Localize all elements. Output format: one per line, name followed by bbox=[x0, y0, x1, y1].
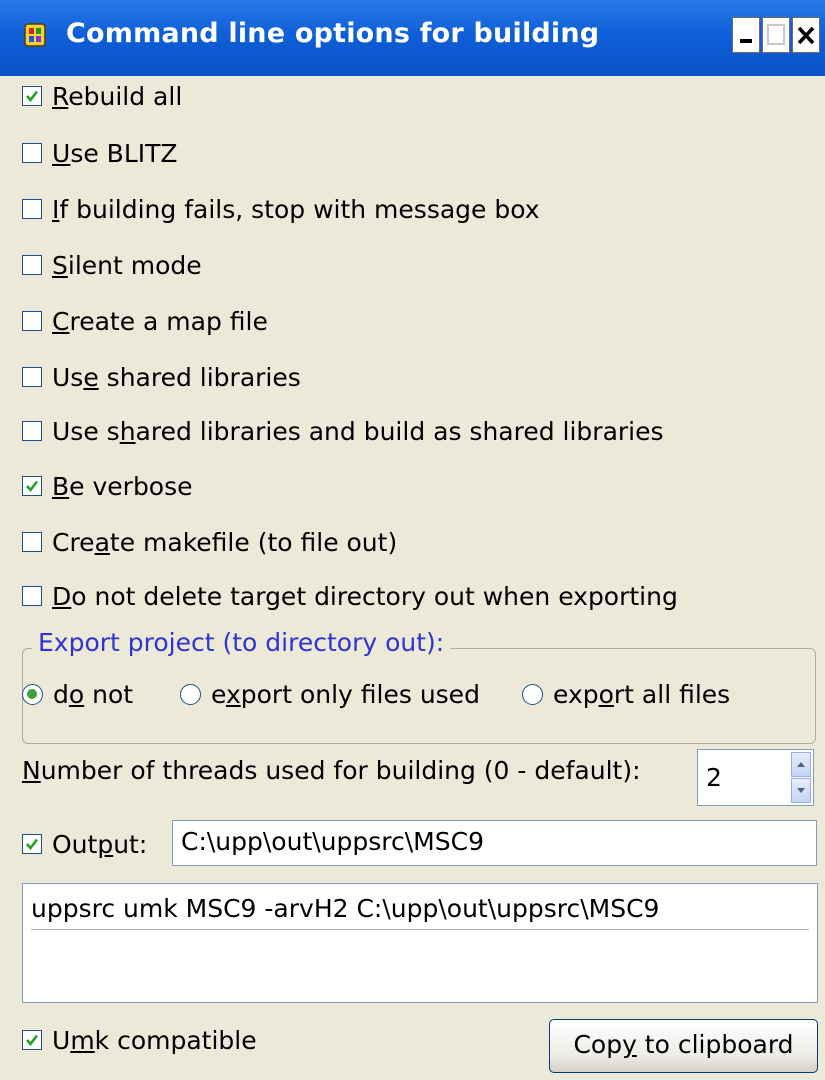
shared-build-label: Use shared libraries and build as shared… bbox=[52, 416, 664, 446]
export-do-not-radio[interactable] bbox=[22, 683, 43, 705]
output-path-field[interactable]: C:\upp\out\uppsrc\MSC9 bbox=[172, 820, 817, 866]
export-all-label: export all files bbox=[553, 679, 731, 709]
maximize-icon bbox=[767, 24, 785, 45]
rebuild-all-option[interactable]: Rebuild all bbox=[22, 76, 182, 116]
shared-libraries-option[interactable]: Use shared libraries bbox=[22, 357, 301, 397]
check-icon bbox=[26, 1034, 39, 1047]
spin-up-icon bbox=[797, 762, 805, 767]
copy-to-clipboard-button[interactable]: Copy to clipboard bbox=[549, 1019, 818, 1073]
check-icon bbox=[26, 838, 39, 851]
map-file-label: Create a map file bbox=[52, 306, 268, 336]
umk-compatible-checkbox[interactable] bbox=[22, 1030, 42, 1050]
command-line-box[interactable]: uppsrc umk MSC9 -arvH2 C:\upp\out\uppsrc… bbox=[22, 883, 818, 1003]
shared-libraries-label: Use shared libraries bbox=[52, 362, 301, 392]
check-icon bbox=[26, 480, 39, 493]
maximize-button[interactable] bbox=[762, 17, 790, 53]
threads-spinner[interactable]: 2 bbox=[697, 749, 814, 806]
shared-build-checkbox[interactable] bbox=[22, 421, 42, 441]
output-label: Output: bbox=[52, 829, 148, 859]
close-icon bbox=[797, 26, 815, 45]
export-used-label: export only files used bbox=[211, 679, 480, 709]
rebuild-all-label: Rebuild all bbox=[52, 81, 183, 111]
output-checkbox[interactable] bbox=[22, 834, 42, 854]
stop-message-label: If building fails, stop with message box bbox=[52, 194, 540, 224]
minimize-icon bbox=[740, 39, 752, 43]
export-used-radio[interactable] bbox=[180, 683, 201, 705]
use-blitz-option[interactable]: Use BLITZ bbox=[22, 133, 178, 173]
title-bar[interactable]: Command line options for building bbox=[0, 0, 825, 76]
spin-down-icon bbox=[797, 788, 805, 793]
shared-libraries-checkbox[interactable] bbox=[22, 367, 42, 387]
export-group-legend: Export project (to directory out): bbox=[32, 628, 451, 657]
stop-message-checkbox[interactable] bbox=[22, 199, 42, 219]
silent-mode-label: Silent mode bbox=[52, 250, 202, 280]
app-icon bbox=[24, 23, 46, 47]
output-option[interactable]: Output: bbox=[22, 824, 147, 864]
no-delete-checkbox[interactable] bbox=[22, 586, 42, 606]
command-line-text[interactable]: uppsrc umk MSC9 -arvH2 C:\upp\out\uppsrc… bbox=[31, 894, 659, 923]
export-used-option[interactable]: export only files used bbox=[180, 674, 480, 714]
silent-mode-checkbox[interactable] bbox=[22, 255, 42, 275]
silent-mode-option[interactable]: Silent mode bbox=[22, 245, 202, 285]
makefile-label: Create makefile (to file out) bbox=[52, 527, 398, 557]
verbose-option[interactable]: Be verbose bbox=[22, 466, 193, 506]
rebuild-all-checkbox[interactable] bbox=[22, 86, 42, 106]
umk-compatible-label: Umk compatible bbox=[52, 1025, 257, 1055]
verbose-checkbox[interactable] bbox=[22, 476, 42, 496]
shared-build-option[interactable]: Use shared libraries and build as shared… bbox=[22, 411, 664, 451]
umk-compatible-option[interactable]: Umk compatible bbox=[22, 1020, 257, 1060]
use-blitz-label: Use BLITZ bbox=[52, 138, 178, 168]
export-all-option[interactable]: export all files bbox=[522, 674, 730, 714]
threads-label: Number of threads used for building (0 -… bbox=[22, 756, 641, 785]
close-button[interactable] bbox=[792, 17, 820, 53]
minimize-button[interactable] bbox=[732, 17, 760, 53]
use-blitz-checkbox[interactable] bbox=[22, 143, 42, 163]
check-icon bbox=[26, 90, 39, 103]
makefile-checkbox[interactable] bbox=[22, 532, 42, 552]
map-file-checkbox[interactable] bbox=[22, 311, 42, 331]
no-delete-option[interactable]: Do not delete target directory out when … bbox=[22, 576, 678, 616]
command-line-divider bbox=[31, 929, 809, 930]
verbose-label: Be verbose bbox=[52, 471, 193, 501]
export-do-not-option[interactable]: do not bbox=[22, 674, 133, 714]
map-file-option[interactable]: Create a map file bbox=[22, 301, 268, 341]
no-delete-label: Do not delete target directory out when … bbox=[52, 581, 678, 611]
stop-message-option[interactable]: If building fails, stop with message box bbox=[22, 189, 540, 229]
threads-value[interactable]: 2 bbox=[706, 763, 722, 792]
makefile-option[interactable]: Create makefile (to file out) bbox=[22, 522, 397, 562]
window-title: Command line options for building bbox=[66, 18, 600, 49]
export-all-radio[interactable] bbox=[522, 683, 543, 705]
spin-down-button[interactable] bbox=[791, 778, 811, 803]
spin-up-button[interactable] bbox=[791, 752, 811, 777]
export-do-not-label: do not bbox=[53, 679, 134, 709]
